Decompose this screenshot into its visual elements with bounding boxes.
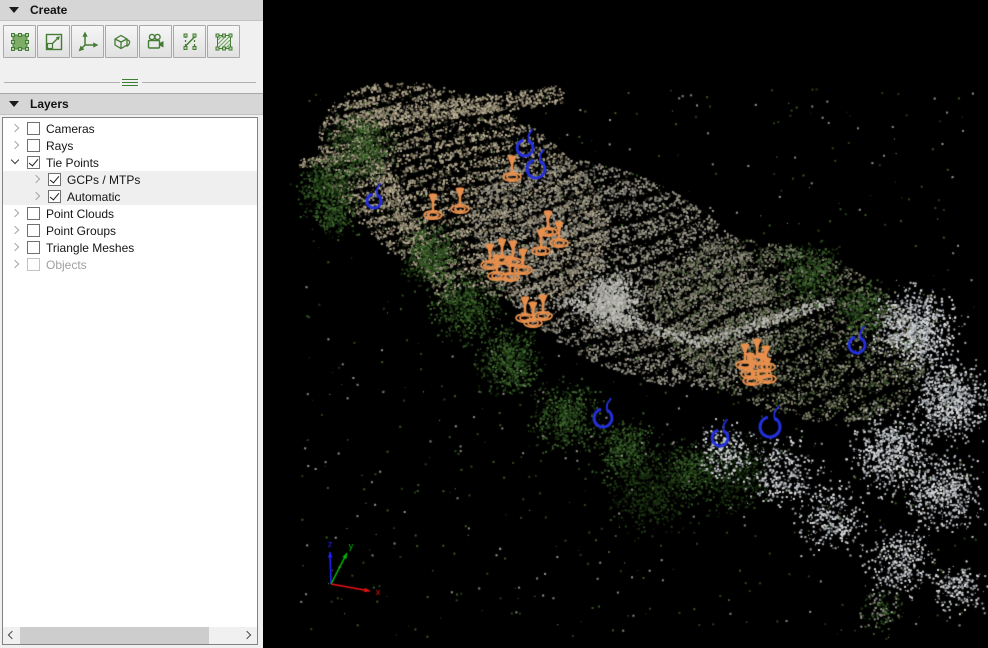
scroll-left-arrow-icon[interactable] — [3, 627, 20, 644]
layer-checkbox[interactable] — [48, 173, 61, 186]
create-box-tool-button[interactable] — [105, 25, 138, 58]
chevron-right-icon[interactable] — [29, 189, 44, 204]
coordinate-axes-icon — [77, 31, 99, 53]
chevron-right-icon[interactable] — [29, 172, 44, 187]
chevron-right-icon[interactable] — [8, 206, 23, 221]
layer-row-triangle-meshes[interactable]: Triangle Meshes — [3, 239, 257, 256]
hatched-polygon-icon — [213, 31, 235, 53]
chevron-right-icon[interactable] — [8, 223, 23, 238]
chevron-right-icon[interactable] — [8, 240, 23, 255]
chevron-down-icon[interactable] — [8, 155, 23, 170]
layer-label: GCPs / MTPs — [67, 173, 140, 187]
side-panel: Create — [0, 0, 263, 648]
layer-row-cameras[interactable]: Cameras — [3, 120, 257, 137]
layers-section-header[interactable]: Layers — [0, 93, 263, 115]
layer-checkbox[interactable] — [27, 207, 40, 220]
create-section-header[interactable]: Create — [0, 0, 263, 21]
splitter-grip-icon[interactable] — [122, 79, 138, 87]
layers-section-title: Layers — [30, 97, 69, 111]
video-camera-icon — [145, 31, 167, 53]
create-camera-tool-button[interactable] — [139, 25, 172, 58]
panel-splitter[interactable] — [0, 78, 263, 88]
layers-tree: Cameras Rays Tie Points GCPs / MTPs Auto — [2, 117, 258, 645]
create-section-title: Create — [30, 3, 67, 17]
layer-label: Triangle Meshes — [46, 241, 134, 255]
layer-row-objects[interactable]: Objects — [3, 256, 257, 273]
layer-label: Point Groups — [46, 224, 116, 238]
polyline-icon — [179, 31, 201, 53]
layer-label: Tie Points — [46, 156, 99, 170]
scroll-right-arrow-icon[interactable] — [240, 627, 257, 644]
layer-row-gcps-mtps[interactable]: GCPs / MTPs — [3, 171, 257, 188]
layer-checkbox[interactable] — [27, 139, 40, 152]
chevron-right-icon[interactable] — [8, 121, 23, 136]
chevron-right-icon[interactable] — [8, 138, 23, 153]
create-polyline-tool-button[interactable] — [173, 25, 206, 58]
scrollbar-thumb[interactable] — [20, 627, 209, 644]
3d-viewport[interactable] — [263, 0, 988, 648]
layer-row-point-clouds[interactable]: Point Clouds — [3, 205, 257, 222]
layer-label: Cameras — [46, 122, 95, 136]
layer-row-automatic[interactable]: Automatic — [3, 188, 257, 205]
splitter-line — [142, 82, 256, 83]
layer-label: Rays — [46, 139, 73, 153]
point-cloud-canvas[interactable] — [263, 0, 988, 648]
layer-label: Automatic — [67, 190, 120, 204]
create-region-tool-button[interactable] — [3, 25, 36, 58]
layer-checkbox[interactable] — [27, 241, 40, 254]
layer-checkbox[interactable] — [27, 156, 40, 169]
chevron-right-icon[interactable] — [8, 257, 23, 272]
layer-checkbox[interactable] — [48, 190, 61, 203]
create-polygon-tool-button[interactable] — [207, 25, 240, 58]
splitter-line — [4, 82, 120, 83]
extent-arrow-icon — [43, 31, 65, 53]
layer-label: Point Clouds — [46, 207, 114, 221]
layer-checkbox[interactable] — [27, 224, 40, 237]
filled-region-icon — [9, 31, 31, 53]
collapse-triangle-icon[interactable] — [9, 7, 19, 13]
create-extent-tool-button[interactable] — [37, 25, 70, 58]
layer-checkbox[interactable] — [27, 122, 40, 135]
create-axes-tool-button[interactable] — [71, 25, 104, 58]
layer-row-point-groups[interactable]: Point Groups — [3, 222, 257, 239]
layer-checkbox[interactable] — [27, 258, 40, 271]
create-toolbar — [3, 25, 240, 58]
layer-row-rays[interactable]: Rays — [3, 137, 257, 154]
layer-row-tie-points[interactable]: Tie Points — [3, 154, 257, 171]
3d-box-icon — [111, 31, 133, 53]
collapse-triangle-icon[interactable] — [9, 101, 19, 107]
horizontal-scrollbar[interactable] — [3, 627, 257, 644]
layer-label: Objects — [46, 258, 87, 272]
